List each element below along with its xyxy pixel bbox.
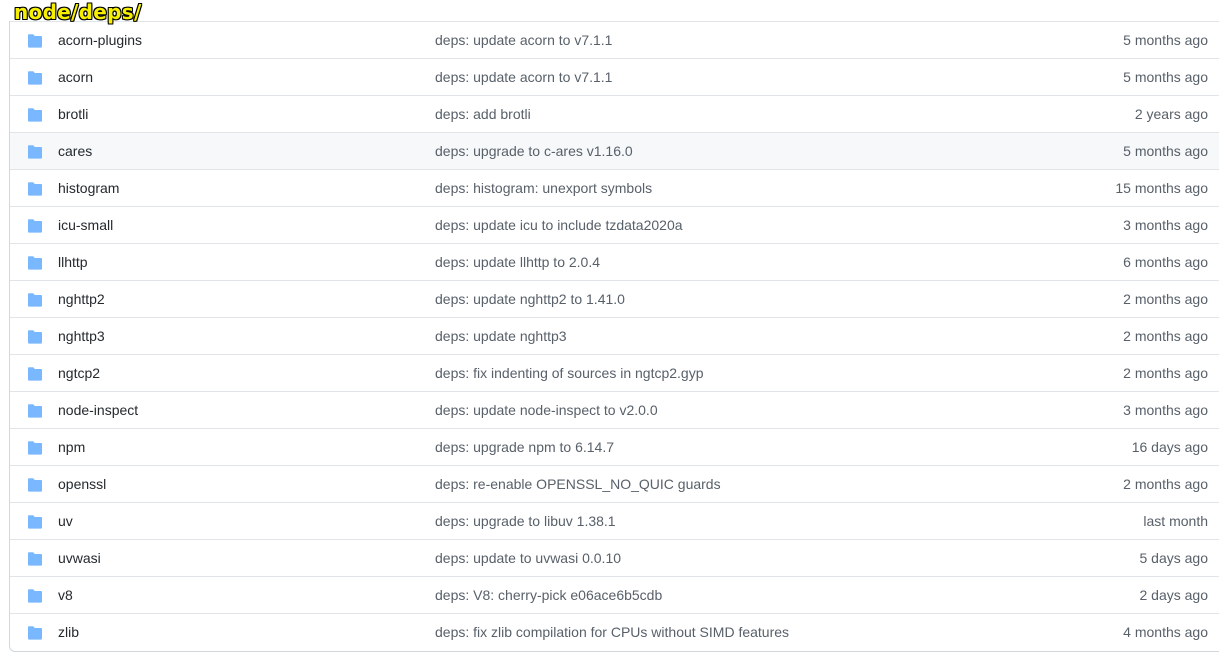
folder-icon [27,626,43,640]
commit-message-link[interactable]: deps: update nghttp2 to 1.41.0 [435,281,625,318]
commit-age: 2 months ago [1123,291,1208,307]
commit-message-link[interactable]: deps: update nghttp3 [435,318,567,355]
commit-message-link[interactable]: deps: add brotli [435,96,531,133]
directory-link[interactable]: nghttp3 [58,318,105,355]
table-row[interactable]: llhttp deps: update llhttp to 2.0.4 6 mont… [10,244,1219,281]
commit-message-link[interactable]: deps: update icu to include tzdata2020a [435,207,683,244]
commit-message-link[interactable]: deps: re-enable OPENSSL_NO_QUIC guards [435,466,721,503]
folder-icon [27,589,43,603]
folder-icon [27,256,43,270]
table-row[interactable]: histogram deps: histogram: unexport symbo… [10,170,1219,207]
commit-age: 2 months ago [1123,365,1208,381]
commit-message-link[interactable]: deps: update to uvwasi 0.0.10 [435,540,621,577]
table-row[interactable]: ngtcp2 deps: fix indenting of sources in … [10,355,1219,392]
folder-icon [27,441,43,455]
directory-link[interactable]: uv [58,503,73,540]
directory-link[interactable]: nghttp2 [58,281,105,318]
folder-icon [27,145,43,159]
folder-icon [27,293,43,307]
folder-icon [27,71,43,85]
path-title: node/deps/ [14,0,142,24]
table-row[interactable]: icu-small deps: update icu to include tzd… [10,207,1219,244]
directory-link[interactable]: zlib [58,614,79,651]
commit-message-link[interactable]: deps: update llhttp to 2.0.4 [435,244,600,281]
table-row[interactable]: nghttp2 deps: update nghttp2 to 1.41.0 2 m… [10,281,1219,318]
commit-age: 16 days ago [1131,439,1208,455]
table-row[interactable]: uvwasi deps: update to uvwasi 0.0.10 5 day… [10,540,1219,577]
commit-message-link[interactable]: deps: histogram: unexport symbols [435,170,652,207]
commit-age: 2 years ago [1134,106,1208,122]
table-row[interactable]: npm deps: upgrade npm to 6.14.7 16 days ag… [10,429,1219,466]
table-row[interactable]: acorn-plugins deps: update acorn to v7.1.… [10,22,1219,59]
table-row[interactable]: node-inspect deps: update node-inspect to… [10,392,1219,429]
commit-age: 2 months ago [1123,476,1208,492]
commit-age: 4 months ago [1123,624,1208,640]
commit-message-link[interactable]: deps: fix indenting of sources in ngtcp2… [435,355,704,392]
commit-age: 15 months ago [1115,180,1208,196]
directory-link[interactable]: v8 [58,577,73,614]
commit-age: 3 months ago [1123,217,1208,233]
commit-age: 5 months ago [1123,143,1208,159]
file-browser-page: node/deps/ acorn-plugins deps: update aco… [0,0,1219,654]
directory-link[interactable]: histogram [58,170,119,207]
commit-message-link[interactable]: deps: update node-inspect to v2.0.0 [435,392,658,429]
folder-icon [27,478,43,492]
directory-link[interactable]: acorn-plugins [58,22,142,59]
commit-message-link[interactable]: deps: update acorn to v7.1.1 [435,59,612,96]
folder-icon [27,330,43,344]
file-list: acorn-plugins deps: update acorn to v7.1.… [9,21,1219,652]
directory-link[interactable]: openssl [58,466,106,503]
table-row[interactable]: zlib deps: fix zlib compilation for CPUs … [10,614,1219,651]
commit-age: 2 days ago [1139,587,1209,603]
table-row[interactable]: acorn deps: update acorn to v7.1.1 5 month… [10,59,1219,96]
table-row[interactable]: uv deps: upgrade to libuv 1.38.1 last mont… [10,503,1219,540]
table-row[interactable]: brotli deps: add brotli 2 years ago [10,96,1219,133]
commit-message-link[interactable]: deps: upgrade npm to 6.14.7 [435,429,614,466]
table-row[interactable]: openssl deps: re-enable OPENSSL_NO_QUIC g… [10,466,1219,503]
table-row[interactable]: nghttp3 deps: update nghttp3 2 months ago [10,318,1219,355]
directory-link[interactable]: ngtcp2 [58,355,100,392]
directory-link[interactable]: npm [58,429,85,466]
directory-link[interactable]: node-inspect [58,392,138,429]
commit-message-link[interactable]: deps: update acorn to v7.1.1 [435,22,612,59]
commit-age: 5 days ago [1139,550,1209,566]
commit-age: 5 months ago [1123,69,1208,85]
commit-message-link[interactable]: deps: upgrade to libuv 1.38.1 [435,503,616,540]
table-row[interactable]: cares deps: upgrade to c-ares v1.16.0 5 mo… [10,133,1219,170]
directory-link[interactable]: brotli [58,96,88,133]
commit-age: 5 months ago [1123,32,1208,48]
folder-icon [27,34,43,48]
folder-icon [27,367,43,381]
folder-icon [27,552,43,566]
folder-icon [27,182,43,196]
commit-age: 3 months ago [1123,402,1208,418]
commit-message-link[interactable]: deps: upgrade to c-ares v1.16.0 [435,133,633,170]
folder-icon [27,515,43,529]
commit-message-link[interactable]: deps: V8: cherry-pick e06ace6b5cdb [435,577,662,614]
directory-link[interactable]: cares [58,133,92,170]
commit-age: 2 months ago [1123,328,1208,344]
folder-icon [27,219,43,233]
directory-link[interactable]: icu-small [58,207,113,244]
directory-link[interactable]: uvwasi [58,540,101,577]
directory-link[interactable]: acorn [58,59,93,96]
folder-icon [27,108,43,122]
table-row[interactable]: v8 deps: V8: cherry-pick e06ace6b5cdb 2 da… [10,577,1219,614]
directory-link[interactable]: llhttp [58,244,88,281]
commit-age: last month [1143,513,1208,529]
folder-icon [27,404,43,418]
commit-age: 6 months ago [1123,254,1208,270]
commit-message-link[interactable]: deps: fix zlib compilation for CPUs with… [435,614,789,651]
